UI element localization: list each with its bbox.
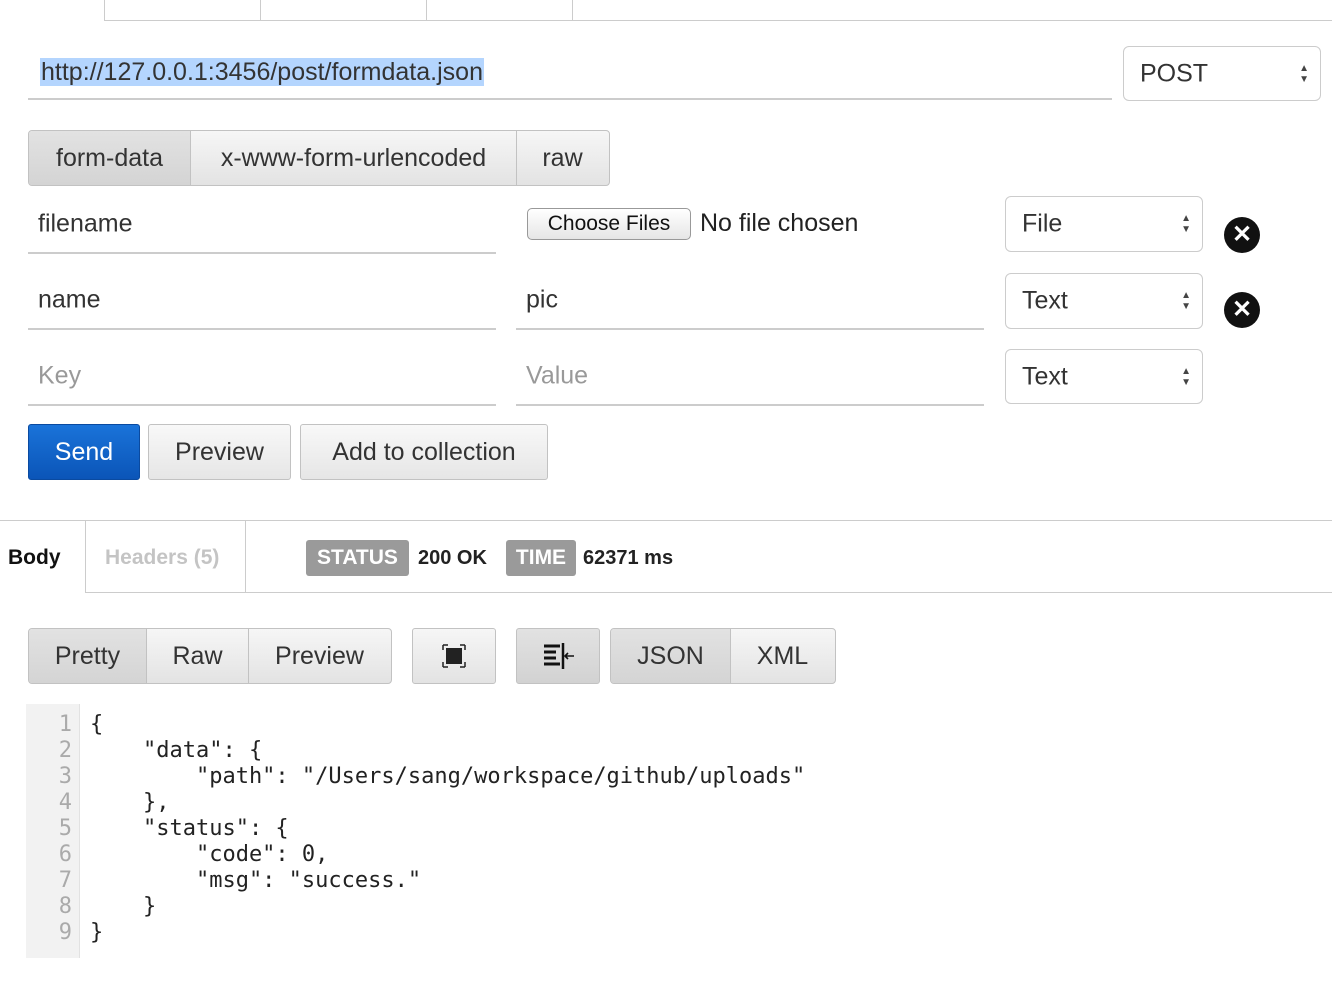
- status-badge: STATUS: [306, 540, 409, 576]
- choose-files-button[interactable]: Choose Files: [527, 208, 691, 240]
- remove-circle-icon[interactable]: ✕: [1224, 292, 1260, 328]
- form-value-field[interactable]: Value: [516, 348, 984, 406]
- code-line: 3 "path": "/Users/sang/workspace/github/…: [58, 764, 806, 789]
- form-value-field[interactable]: pic: [516, 272, 984, 330]
- value-placeholder: Value: [526, 361, 589, 390]
- select-arrows-icon: ▲ ▼: [1299, 62, 1309, 85]
- tab-raw[interactable]: raw: [517, 131, 608, 185]
- code-line: 4 },: [58, 790, 170, 815]
- preview-button[interactable]: Preview: [148, 424, 291, 480]
- row-type-select[interactable]: Text ▲ ▼: [1005, 349, 1203, 404]
- tab-x-www-form-urlencoded[interactable]: x-www-form-urlencoded: [191, 131, 517, 185]
- url-text: http://127.0.0.1:3456/post/formdata.json: [40, 58, 484, 86]
- top-tab-strip: [104, 0, 1332, 21]
- row-type-value: Text: [1022, 362, 1068, 390]
- divider: [85, 521, 86, 593]
- form-key-value: name: [38, 285, 101, 314]
- tab-divider: [572, 0, 573, 21]
- method-select[interactable]: POST ▲ ▼: [1123, 46, 1321, 101]
- status-value: 200 OK: [418, 547, 487, 569]
- wrap-lines-icon: [544, 643, 574, 669]
- tab-response-headers[interactable]: Headers (5): [105, 546, 219, 570]
- tab-divider: [426, 0, 427, 21]
- fullscreen-icon: [442, 644, 466, 668]
- tab-divider: [260, 0, 261, 21]
- url-input[interactable]: http://127.0.0.1:3456/post/formdata.json: [28, 50, 1112, 100]
- row-type-value: File: [1022, 209, 1063, 238]
- tab-form-data[interactable]: form-data: [29, 131, 191, 185]
- response-view-tabs: Pretty Raw Preview: [28, 628, 392, 684]
- code-line: 6 "code": 0,: [58, 842, 329, 867]
- code-line: 8 }: [58, 894, 157, 919]
- form-key-field[interactable]: Key: [28, 348, 496, 406]
- row-type-value: Text: [1022, 286, 1068, 315]
- divider: [86, 592, 1332, 593]
- form-key-field[interactable]: name: [28, 272, 496, 330]
- file-status-text: No file chosen: [700, 209, 859, 237]
- tab-json[interactable]: JSON: [611, 629, 731, 683]
- row-type-select[interactable]: File ▲ ▼: [1005, 196, 1203, 252]
- code-line: 7 "msg": "success.": [58, 868, 422, 893]
- select-arrows-icon: ▲ ▼: [1181, 213, 1191, 235]
- code-line: 9}: [58, 920, 104, 945]
- time-value: 62371 ms: [583, 547, 674, 569]
- key-placeholder: Key: [38, 361, 82, 390]
- row-type-select[interactable]: Text ▲ ▼: [1005, 273, 1203, 329]
- method-value: POST: [1140, 59, 1209, 87]
- send-button[interactable]: Send: [28, 424, 140, 480]
- time-badge: TIME: [506, 540, 576, 576]
- code-line: 2 "data": {: [58, 738, 263, 763]
- add-to-collection-button[interactable]: Add to collection: [300, 424, 548, 480]
- tab-response-body[interactable]: Body: [8, 546, 61, 570]
- form-value-text: pic: [526, 285, 558, 314]
- tab-raw-response[interactable]: Raw: [147, 629, 249, 683]
- tab-preview-response[interactable]: Preview: [249, 629, 390, 683]
- form-key-field[interactable]: filename: [28, 196, 496, 254]
- wrap-lines-button[interactable]: [516, 628, 600, 684]
- divider: [245, 521, 246, 593]
- fullscreen-button[interactable]: [412, 628, 496, 684]
- response-code: 1{ 2 "data": { 3 "path": "/Users/sang/wo…: [26, 712, 806, 946]
- body-mode-tabs: form-data x-www-form-urlencoded raw: [28, 130, 610, 186]
- format-tabs: JSON XML: [610, 628, 836, 684]
- code-line: 5 "status": {: [58, 816, 289, 841]
- select-arrows-icon: ▲ ▼: [1181, 365, 1191, 388]
- divider: [0, 520, 1332, 521]
- code-line: 1{: [58, 712, 104, 737]
- form-key-value: filename: [38, 209, 133, 238]
- tab-xml[interactable]: XML: [731, 629, 834, 683]
- select-arrows-icon: ▲ ▼: [1181, 290, 1191, 312]
- remove-circle-icon[interactable]: ✕: [1224, 217, 1260, 253]
- tab-pretty[interactable]: Pretty: [29, 629, 147, 683]
